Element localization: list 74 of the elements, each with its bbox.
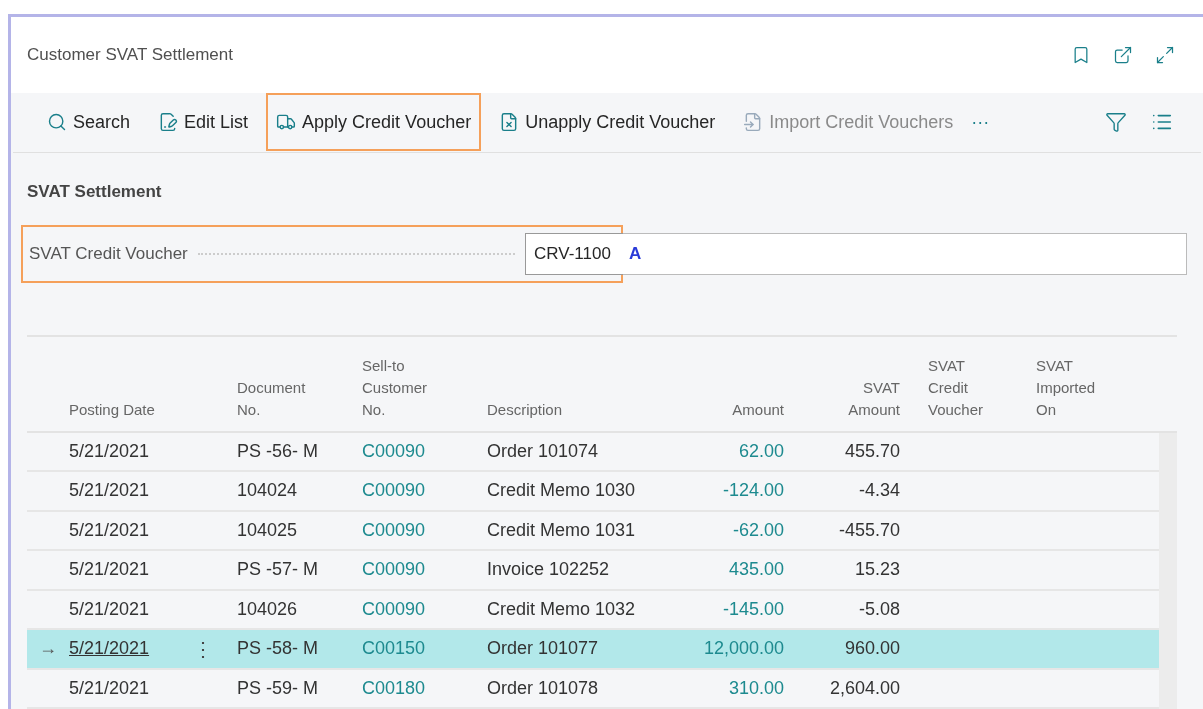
table-cell-text: 5/21/2021 — [69, 637, 150, 661]
table-row[interactable]: 5/21/2021 PS -56- M C00090 Order 101074 62.00 455.70 — [27, 432, 1159, 472]
table-cell[interactable]: 435.00 — [728, 556, 784, 584]
table-cell[interactable]: C00090 — [362, 595, 426, 623]
table-cell-text: -4.34 — [858, 479, 900, 503]
table-cell-text: Credit Memo 1032 — [487, 597, 636, 621]
column-header[interactable]: Amount — [709, 398, 784, 421]
toolbar-button[interactable]: Search — [37, 93, 141, 152]
section-title: SVAT Settlement — [26, 181, 163, 203]
table-cell-text: Order 101078 — [487, 676, 599, 700]
table-cell-text: Credit Memo 1031 — [487, 518, 636, 542]
table-cell[interactable]: 62.00 — [738, 437, 784, 465]
table-cell[interactable]: 310.00 — [728, 674, 784, 702]
window-title: Customer SVAT Settlement — [27, 44, 233, 67]
column-header[interactable]: Posting Date — [69, 398, 189, 421]
column-header[interactable]: SVAT Amount — [825, 376, 900, 421]
table-cell-text: 2,604.00 — [829, 676, 900, 700]
current-row-arrow: → — [39, 638, 57, 659]
table-cell[interactable]: C00090 — [362, 556, 426, 584]
table-cell[interactable]: C00090 — [362, 477, 426, 505]
table-cell-text: 5/21/2021 — [69, 676, 150, 700]
table-cell-text: 960.00 — [844, 637, 900, 661]
more-button[interactable]: ··· — [971, 108, 990, 136]
table-cell[interactable]: C00150 — [362, 635, 426, 663]
table-cell[interactable]: C00090 — [362, 516, 426, 544]
table-row[interactable]: 5/21/2021 104025 C00090 Credit Memo 1031 -62.00 -455.70 — [27, 511, 1159, 551]
table-cell-text: -5.08 — [858, 597, 900, 621]
column-header[interactable]: SVAT Imported On — [1036, 354, 1111, 421]
table-cell-text: PS -57- M — [237, 558, 319, 582]
expand-icon[interactable] — [1155, 44, 1175, 65]
table-cell-text: Credit Memo 1030 — [487, 479, 636, 503]
table-cell-text: 104026 — [237, 597, 298, 621]
table-cell-text: 5/21/2021 — [69, 558, 150, 582]
toolbar-button[interactable]: Unapply Credit Voucher — [489, 93, 726, 152]
table-cell[interactable]: C00090 — [362, 437, 426, 465]
table-cell-text: 5/21/2021 — [69, 518, 150, 542]
table-cell-text: Order 101077 — [487, 637, 599, 661]
table-cell-text: 15.23 — [854, 558, 900, 582]
table-cell-text: PS -56- M — [237, 439, 319, 463]
credit-voucher-field[interactable]: CRV-1100 — [525, 232, 625, 275]
table-row[interactable]: 5/21/2021 PS -57- M C00090 Invoice 102252 435.00 15.23 — [27, 551, 1159, 591]
table-cell[interactable]: -62.00 — [732, 516, 784, 544]
table-cell[interactable]: 12,000.00 — [703, 635, 784, 663]
table-cell-text: -455.70 — [838, 518, 900, 542]
filter-icon[interactable] — [1105, 111, 1127, 134]
column-header[interactable]: Sell-to Customer No. — [362, 354, 437, 421]
scrollbar[interactable] — [1159, 432, 1177, 709]
column-header[interactable]: SVAT Credit Voucher — [928, 354, 1003, 421]
toolbar-button[interactable]: Apply Credit Voucher — [266, 93, 482, 152]
table-cell[interactable]: -124.00 — [722, 477, 784, 505]
edit-icon — [158, 112, 179, 133]
toolbar-button[interactable]: Edit List — [148, 93, 259, 152]
column-header[interactable]: Document No. — [237, 376, 312, 421]
table-cell[interactable]: C00180 — [362, 674, 426, 702]
table-cell-text: Invoice 102252 — [487, 558, 610, 582]
table-cell-text: 5/21/2021 — [69, 439, 150, 463]
table-row[interactable]: → 5/21/2021 ⋮ PS -58- M C00150 Order 101077 12,000.00 960.00 — [27, 630, 1159, 670]
table-row[interactable]: 5/21/2021 PS -59- M C00180 Order 101078 310.00 2,604.00 — [27, 669, 1159, 709]
row-menu-button[interactable]: ⋮ — [193, 633, 214, 664]
table-cell-text: 455.70 — [844, 439, 900, 463]
table-cell-text: Order 101074 — [487, 439, 599, 463]
field-label: SVAT Credit Voucher — [29, 242, 188, 265]
column-header[interactable]: Description — [487, 398, 562, 421]
table-cell[interactable]: -145.00 — [722, 595, 784, 623]
table-cell-text: 5/21/2021 — [69, 597, 150, 621]
table-cell-text: PS -58- M — [237, 637, 319, 661]
table-cell-text: 104025 — [237, 518, 298, 542]
table-cell-text: PS -59- M — [237, 676, 319, 700]
table-cell-text: 104024 — [237, 479, 298, 503]
table-cell-text: 5/21/2021 — [69, 479, 150, 503]
open-in-new-window-icon[interactable] — [1113, 44, 1133, 65]
search-icon — [47, 112, 67, 133]
table-row[interactable]: 5/21/2021 104024 C00090 Credit Memo 1030 -124.00 -4.34 — [27, 472, 1159, 512]
lookup-marker[interactable]: A — [629, 240, 642, 267]
